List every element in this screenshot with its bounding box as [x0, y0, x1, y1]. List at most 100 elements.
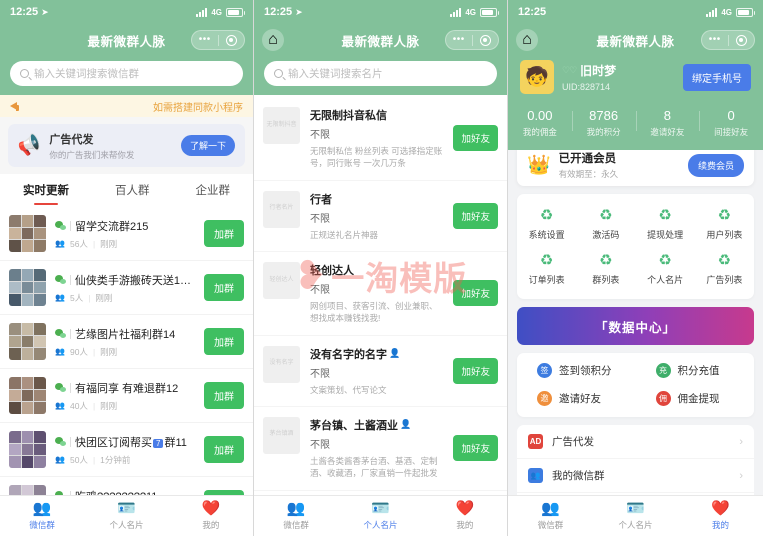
- ad-banner-card[interactable]: 📢 广告代发 你的广告我们来帮你发 了解一下: [8, 124, 245, 167]
- avatar[interactable]: 🧒: [520, 60, 554, 94]
- tabbar-item-cards[interactable]: 🪪 个人名片: [84, 501, 168, 531]
- profile-name-line: ♡♡ 旧时梦: [562, 62, 675, 79]
- tab-realtime[interactable]: 实时更新: [23, 175, 69, 206]
- miniprogram-capsule[interactable]: •••: [191, 30, 245, 50]
- tabbar-item-groups[interactable]: 👥 微信群: [508, 501, 593, 531]
- stat-value: 8786: [589, 108, 619, 123]
- search-input[interactable]: 输入关键词搜索名片: [264, 61, 497, 86]
- join-group-button[interactable]: 加群: [204, 382, 244, 409]
- stat-item[interactable]: 0 间接好友: [699, 108, 763, 138]
- group-row[interactable]: 仙侠类手游搬砖天送1000R... 👥 5人 | 刚刚 加群: [0, 261, 253, 315]
- group-row[interactable]: 有福同享 有难退群12 👥 40人 | 刚刚 加群: [0, 369, 253, 423]
- data-center-banner[interactable]: 「数据中心」: [517, 307, 754, 345]
- business-card-row[interactable]: 没有名字 没有名字的名字 👤 不限 文案策划、代写论文 加好友: [254, 336, 507, 407]
- admin-grid-item[interactable]: ♻ 用户列表: [695, 203, 754, 248]
- home-icon[interactable]: ⌂: [516, 29, 538, 51]
- admin-grid-item[interactable]: ♻ 广告列表: [695, 248, 754, 293]
- admin-grid-item[interactable]: ♻ 个人名片: [636, 248, 695, 293]
- category-tabs: 实时更新 百人群 企业群: [0, 174, 253, 207]
- business-card-row[interactable]: 无限制抖音 无限制抖音私信 不限 无限制私信 粉丝列表 可选择指定账号，同行账号 一次…: [254, 97, 507, 181]
- profile-header: 🧒 ♡♡ 旧时梦 UID:828714 绑定手机号: [508, 56, 763, 102]
- card-limit: 不限: [310, 213, 330, 225]
- admin-grid-item[interactable]: ♻ 系统设置: [517, 203, 576, 248]
- wechat-icon: [55, 437, 66, 446]
- quick-action-item[interactable]: 签签到领积分: [517, 363, 636, 378]
- add-friend-button[interactable]: 加好友: [453, 202, 498, 229]
- join-group-button[interactable]: 加群: [204, 220, 244, 247]
- home-icon[interactable]: ⌂: [262, 29, 284, 51]
- admin-grid-item[interactable]: ♻ 激活码: [576, 203, 635, 248]
- miniprogram-capsule[interactable]: •••: [445, 30, 499, 50]
- close-target-icon[interactable]: [219, 34, 245, 46]
- tab-hundred[interactable]: 百人群: [115, 175, 150, 206]
- bind-phone-button[interactable]: 绑定手机号: [683, 63, 751, 91]
- tabbar-item-cards[interactable]: 🪪 个人名片: [338, 501, 422, 531]
- tabbar-item-mine[interactable]: ❤️ 我的: [423, 501, 507, 531]
- join-group-button[interactable]: 加群: [204, 328, 244, 355]
- notice-bar[interactable]: 如需搭建同款小程序: [0, 95, 253, 117]
- group-name-badge: 7: [153, 438, 164, 448]
- card-description: 文案策划、代写论文: [310, 384, 387, 395]
- business-card-row[interactable]: 行者名片 行者 不限 正规送礼名片神器 加好友: [254, 181, 507, 252]
- join-group-button[interactable]: 加群: [204, 274, 244, 301]
- card-description: 网创项目、获客引流、创业兼职、想找成本赚钱找我!: [310, 300, 438, 324]
- tabbar-item-cards[interactable]: 🪪 个人名片: [593, 501, 678, 531]
- quick-action-item[interactable]: 佣佣金提现: [636, 391, 755, 406]
- search-input[interactable]: 输入关键词搜索微信群: [10, 61, 243, 86]
- stat-item[interactable]: 8 邀请好友: [635, 108, 700, 138]
- group-row[interactable]: 留学交流群215 👥 56人 | 刚刚 加群: [0, 207, 253, 261]
- divider: [70, 274, 71, 285]
- tabbar-item-mine[interactable]: ❤️ 我的: [169, 501, 253, 531]
- group-meta: 👥 56人 | 刚刚: [55, 238, 195, 250]
- more-dots-icon[interactable]: •••: [192, 35, 218, 45]
- tabbar-label-cards: 个人名片: [618, 520, 653, 530]
- tabbar-item-mine[interactable]: ❤️ 我的: [678, 501, 763, 531]
- profile-name: 旧时梦: [580, 64, 617, 78]
- person-icon: 👤: [389, 348, 401, 359]
- more-dots-icon[interactable]: •••: [446, 35, 472, 45]
- add-friend-button[interactable]: 加好友: [453, 125, 498, 152]
- quick-action-item[interactable]: 邀邀请好友: [517, 391, 636, 406]
- ad-learn-more-button[interactable]: 了解一下: [180, 135, 235, 156]
- tab-enterprise[interactable]: 企业群: [196, 175, 231, 206]
- join-group-button[interactable]: 加群: [204, 436, 244, 463]
- quick-action-icon: 充: [655, 363, 671, 378]
- add-friend-button[interactable]: 加好友: [453, 435, 498, 462]
- business-card-row[interactable]: 轻创达人 轻创达人 不限 网创项目、获客引流、创业兼职、想找成本赚钱找我! 加好友: [254, 252, 507, 336]
- admin-grid-item[interactable]: ♻ 群列表: [576, 248, 635, 293]
- stat-item[interactable]: 0.00 我的佣金: [508, 108, 572, 138]
- card-name: 行者: [310, 193, 332, 206]
- quick-action-item[interactable]: 充积分充值: [636, 363, 755, 378]
- stat-label: 我的佣金: [522, 127, 557, 137]
- three-phone-screens: 12:25 ➤ 4G 最新微群人脉 ••• 输入关键词搜索微信群 如需搭建同款小…: [0, 0, 763, 536]
- tabbar-item-groups[interactable]: 👥 微信群: [0, 501, 84, 531]
- card-thumbnail: 没有名字: [263, 345, 300, 383]
- more-dots-icon[interactable]: •••: [702, 35, 728, 45]
- group-title-line: 仙侠类手游搬砖天送1000R...: [55, 272, 195, 288]
- update-time: 刚刚: [100, 346, 118, 357]
- admin-grid-item[interactable]: ♻ 订单列表: [517, 248, 576, 293]
- admin-grid-item[interactable]: ♻ 提现处理: [636, 203, 695, 248]
- wechat-icon: [55, 329, 66, 338]
- menu-row[interactable]: 👥 我的微信群 ›: [517, 459, 754, 493]
- meta-separator: |: [88, 292, 91, 303]
- miniprogram-capsule[interactable]: •••: [701, 30, 755, 50]
- card-icon: 🪪: [626, 500, 645, 517]
- stat-item[interactable]: 8786 我的积分: [571, 108, 636, 138]
- group-row[interactable]: 艺缘图片社福利群14 👥 90人 | 刚刚 加群: [0, 315, 253, 369]
- card-thumbnail: 茅台镇酒: [263, 416, 300, 454]
- group-row[interactable]: 快团区订阅帮买 7 群11 👥 50人 | 1分钟前 加群: [0, 423, 253, 477]
- heart-icon: ❤️: [455, 500, 475, 517]
- group-avatar: [9, 215, 46, 252]
- add-friend-button[interactable]: 加好友: [453, 357, 498, 384]
- renew-membership-button[interactable]: 续费会员: [687, 153, 744, 177]
- business-card-row[interactable]: 茅台镇酒 茅台镇、土酱酒业 👤 不限 土酱各类酱香茅台酒、基酒、定制酒、收藏酒，厂家直销…: [254, 407, 507, 491]
- close-target-icon[interactable]: [473, 34, 499, 46]
- add-friend-button[interactable]: 加好友: [453, 280, 498, 307]
- menu-row[interactable]: AD 广告代发 ›: [517, 425, 754, 459]
- network-label: 4G: [465, 7, 476, 17]
- tabbar-item-groups[interactable]: 👥 微信群: [254, 501, 338, 531]
- close-target-icon[interactable]: [729, 34, 755, 46]
- meta-separator: |: [92, 400, 96, 411]
- stat-value: 0.00: [527, 108, 553, 123]
